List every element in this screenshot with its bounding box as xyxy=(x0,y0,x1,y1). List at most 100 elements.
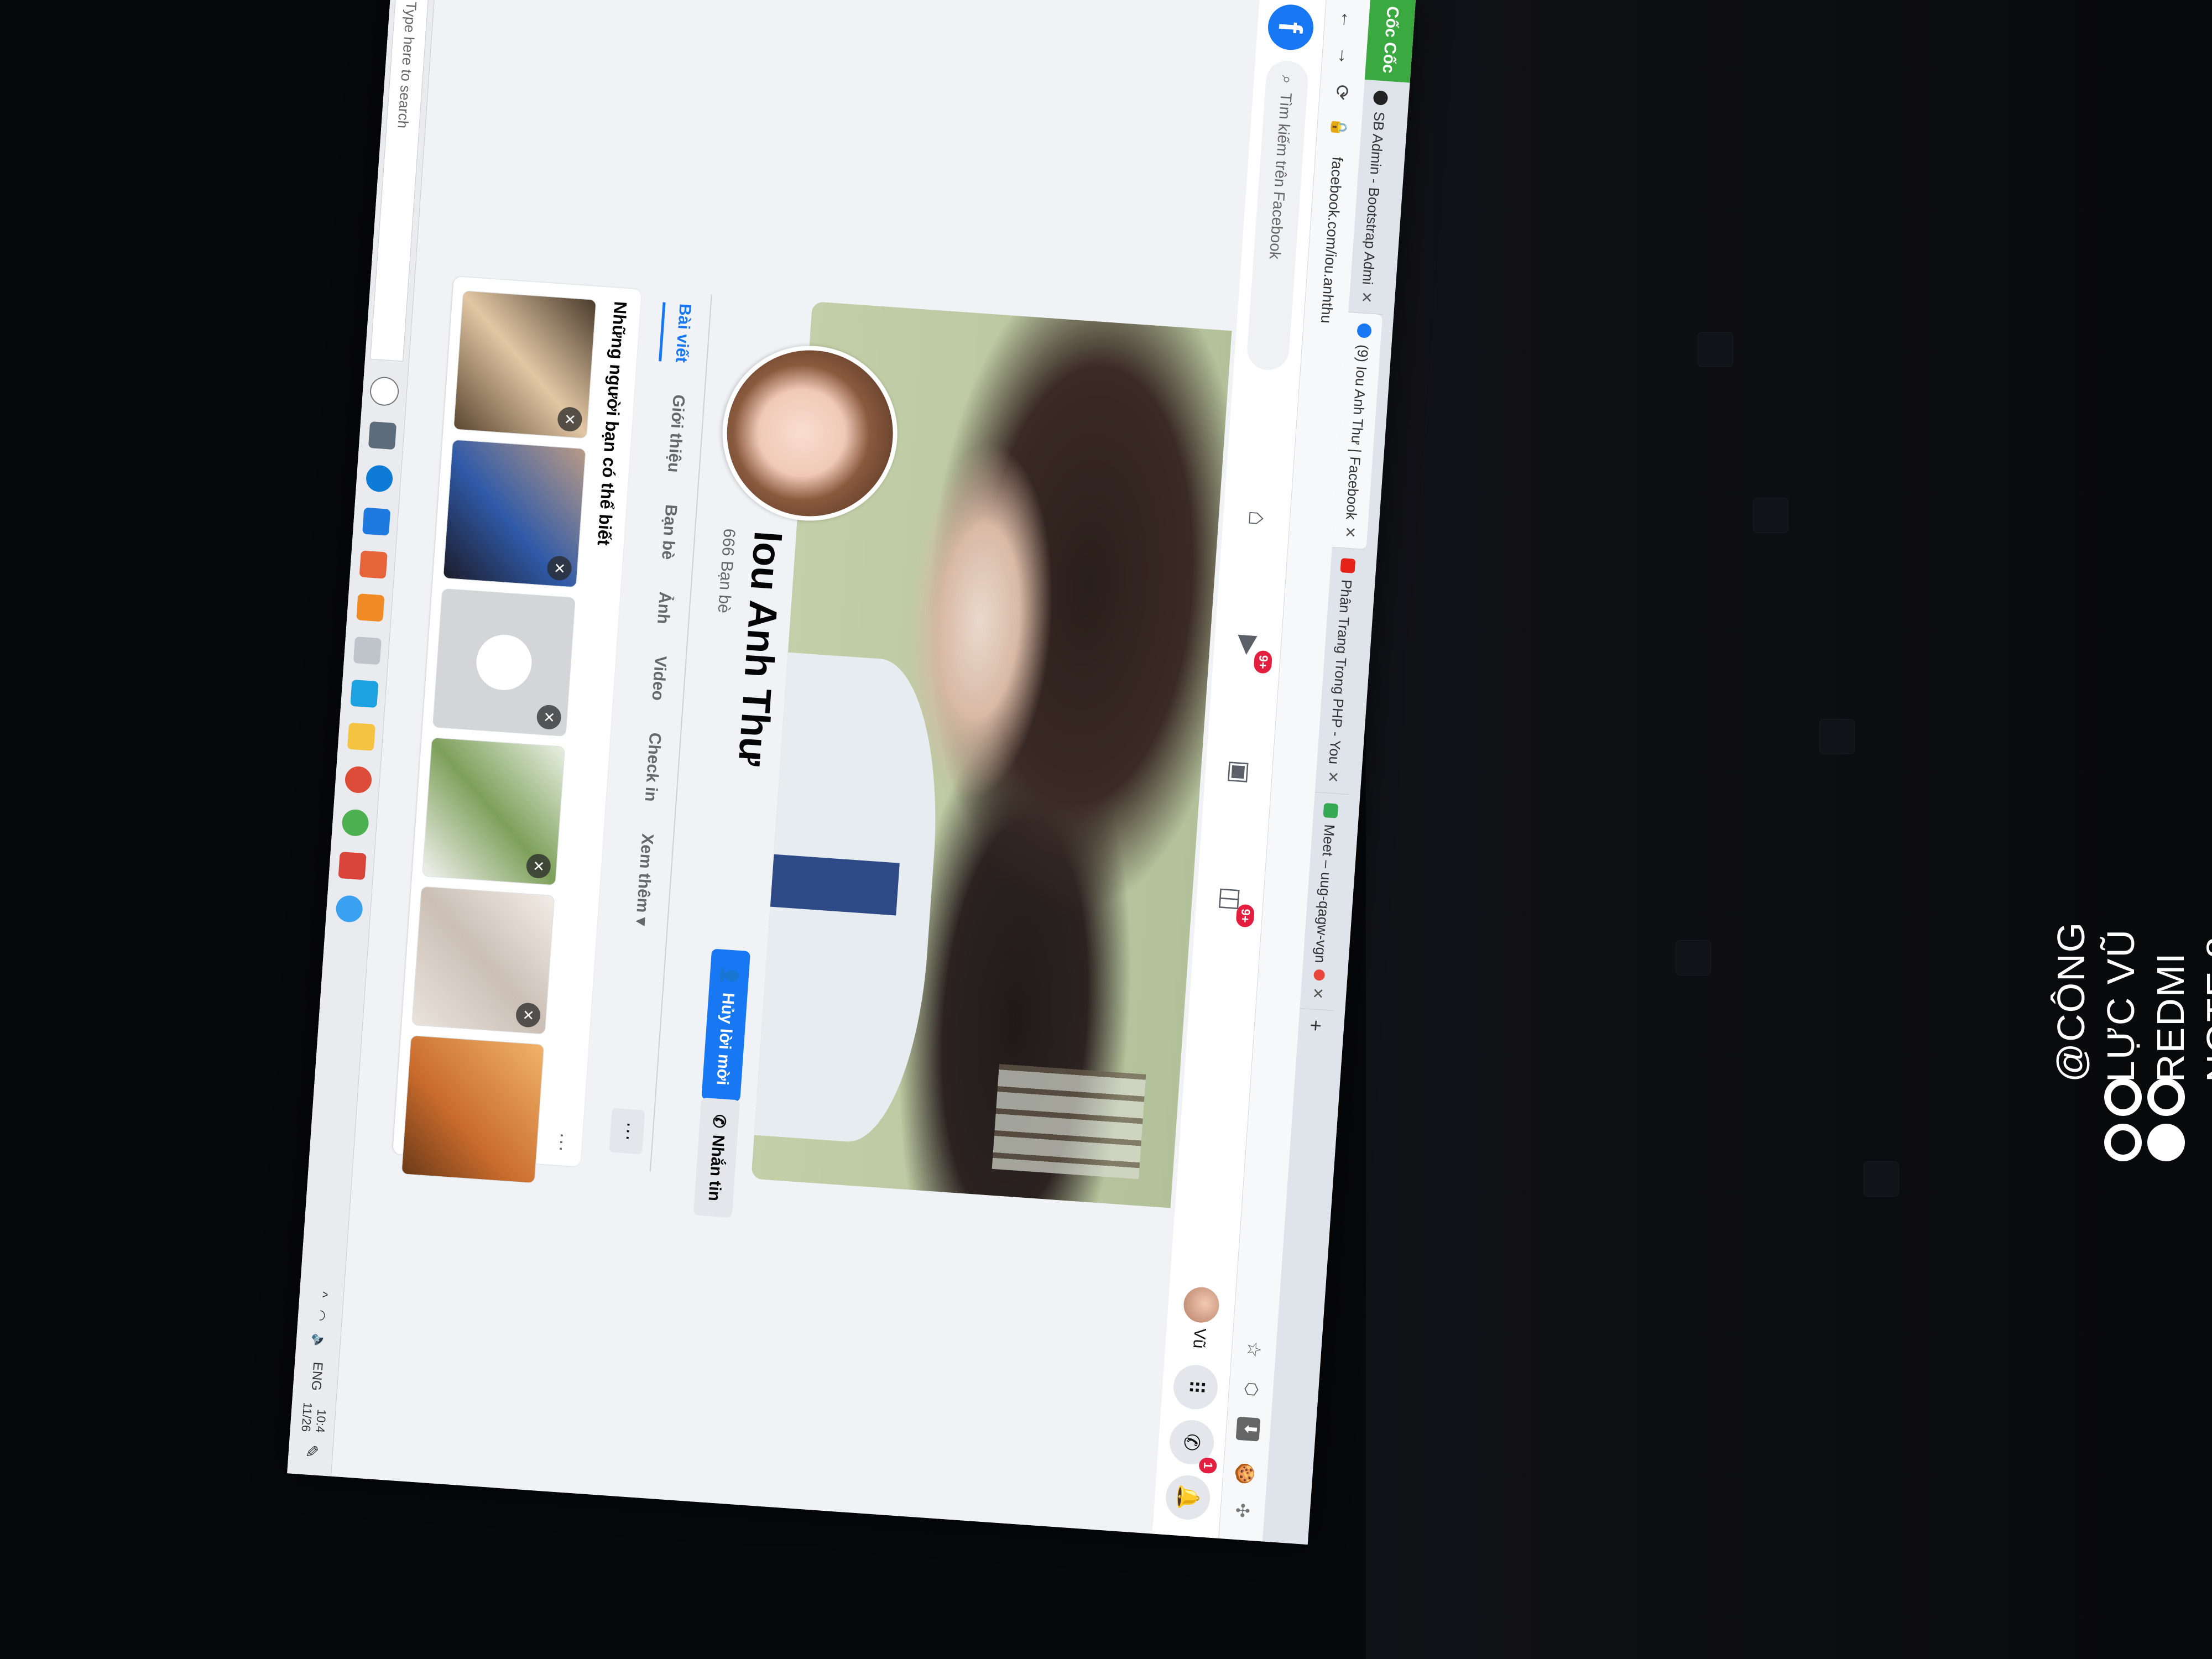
search-icon: ⌕ xyxy=(1279,75,1297,85)
laptop-screen: Cốc Cốc SB Admin - Bootstrap Admi ✕ (9) … xyxy=(287,0,1416,1545)
notifications-bell-icon[interactable]: 🔔 xyxy=(1164,1474,1212,1521)
tab-posts[interactable]: Bài viết xyxy=(659,302,705,364)
system-tray: ^ ◠ 🔈 ENG 10:4 11/26 ✎ xyxy=(296,1290,337,1459)
keyboard-key xyxy=(1698,332,1733,367)
cover-tie-detail xyxy=(770,854,900,916)
meet-favicon-icon xyxy=(1323,802,1339,818)
watch-badge: 9+ xyxy=(1253,650,1273,674)
facebook-logo-icon[interactable]: f xyxy=(1266,3,1315,52)
facebook-favicon-icon xyxy=(1357,323,1372,339)
watermark-text: @CÔNG LỰC VŨ REDMI NOTE 8 xyxy=(2046,884,2212,1082)
url-field[interactable]: facebook.com/iou.anhthu xyxy=(1317,156,1346,324)
star-bookmark-icon[interactable]: ☆ xyxy=(1243,1340,1266,1359)
suggestion-card[interactable]: ✕ xyxy=(453,290,597,439)
tab-label: (9) Iou Anh Thư | Facebook xyxy=(1343,344,1372,520)
app-icon[interactable] xyxy=(359,550,388,579)
groups-badge: 9+ xyxy=(1235,904,1255,928)
app-icon[interactable] xyxy=(350,679,379,708)
message-button[interactable]: ✆ Nhắn tin xyxy=(693,1097,740,1218)
file-explorer-icon[interactable] xyxy=(347,722,376,751)
tab-about[interactable]: Giới thiệu xyxy=(651,393,698,474)
vscode-icon[interactable] xyxy=(362,507,391,536)
close-icon[interactable]: ✕ xyxy=(546,555,573,581)
new-tab-button[interactable]: + xyxy=(1297,1009,1334,1042)
keyboard-key xyxy=(1753,498,1788,533)
coccoc-icon[interactable] xyxy=(341,808,370,837)
watermark-line-1: REDMI NOTE 8 xyxy=(2149,936,2212,1082)
caret-down-icon: ▾ xyxy=(632,916,651,926)
close-icon[interactable]: ✕ xyxy=(1341,525,1359,539)
back-arrow-icon[interactable]: ← xyxy=(1335,8,1359,32)
close-icon[interactable]: ✕ xyxy=(1358,291,1375,304)
youtube-favicon-icon xyxy=(1340,558,1356,574)
tag-icon[interactable]: ⬡ xyxy=(1241,1381,1261,1397)
tab-label: Meet – uug-qagw-vgn xyxy=(1312,823,1339,964)
default-avatar xyxy=(474,633,534,692)
suggestion-card[interactable]: ✕ xyxy=(442,439,586,588)
tab-photos[interactable]: Ảnh xyxy=(640,590,684,625)
laptop-keyboard-area xyxy=(1366,0,2212,1659)
volume-icon[interactable]: 🔈 xyxy=(310,1333,327,1350)
secure-lock-icon: 🔒 xyxy=(1330,117,1349,138)
cookie-extension-icon[interactable]: 🍪 xyxy=(1234,1462,1256,1485)
tab-see-more[interactable]: Xem thêm ▾ xyxy=(619,832,667,927)
app-icon[interactable] xyxy=(338,852,367,880)
suggestion-card[interactable] xyxy=(401,1035,545,1184)
app-icon[interactable] xyxy=(353,637,382,665)
watermark-logo-icon xyxy=(2104,1078,2187,1161)
messenger-icon: ✆ xyxy=(709,1113,729,1129)
tab-label: SB Admin - Bootstrap Admi xyxy=(1359,111,1389,285)
avatar xyxy=(1182,1286,1220,1324)
facebook-search-input[interactable]: ⌕ Tìm kiếm trên Facebook xyxy=(1245,59,1310,372)
home-icon[interactable]: ⌂ xyxy=(1238,498,1279,539)
close-icon[interactable]: ✕ xyxy=(1324,770,1342,784)
download-icon[interactable]: ⬇ xyxy=(1236,1416,1261,1442)
chevron-up-icon[interactable]: ^ xyxy=(315,1291,331,1298)
search-placeholder: Tìm kiếm trên Facebook xyxy=(1266,92,1295,260)
close-icon[interactable]: ✕ xyxy=(556,406,583,432)
groups-icon[interactable]: ◫ 9+ xyxy=(1211,878,1255,928)
keyboard-key xyxy=(1676,940,1711,975)
wifi-icon[interactable]: ◠ xyxy=(312,1309,329,1322)
menu-grid-icon[interactable]: ⠿ xyxy=(1172,1363,1219,1411)
suggestion-card[interactable]: ✕ xyxy=(432,588,576,737)
close-icon[interactable]: ✕ xyxy=(525,853,552,879)
close-icon[interactable]: ✕ xyxy=(515,1002,541,1028)
cancel-request-label: Hủy lời mời xyxy=(713,992,738,1086)
messenger-badge: 1 xyxy=(1198,1457,1218,1474)
plus-icon: + xyxy=(1304,1019,1328,1032)
profile-shortcut[interactable]: Vũ xyxy=(1181,1286,1220,1350)
edge-icon[interactable] xyxy=(365,464,394,493)
message-label: Nhắn tin xyxy=(705,1134,728,1202)
language-indicator[interactable]: ENG xyxy=(308,1361,326,1391)
app-icon[interactable] xyxy=(335,894,364,924)
forward-arrow-icon[interactable]: → xyxy=(1333,44,1356,68)
section-title: Những người bạn có thể biết xyxy=(593,300,631,546)
date: 11/26 xyxy=(299,1402,315,1433)
watch-icon[interactable]: ▶ 9+ xyxy=(1229,624,1273,674)
tab-checkins[interactable]: Check in xyxy=(628,731,675,803)
close-icon[interactable]: ✕ xyxy=(1309,987,1327,1000)
task-view-icon[interactable] xyxy=(368,421,397,450)
tab-friends[interactable]: Bạn bè xyxy=(645,503,690,561)
cortana-icon[interactable] xyxy=(369,375,400,407)
suggestion-card[interactable]: ✕ xyxy=(411,886,555,1035)
messenger-icon[interactable]: ✆ 1 xyxy=(1168,1418,1218,1474)
tab-videos[interactable]: Video xyxy=(635,654,679,702)
section-menu-button[interactable]: ··· xyxy=(550,1131,575,1153)
xampp-icon[interactable] xyxy=(356,593,385,622)
suggestion-card[interactable]: ✕ xyxy=(422,737,566,886)
extensions-puzzle-icon[interactable]: ✣ xyxy=(1232,1503,1254,1519)
clock[interactable]: 10:4 11/26 xyxy=(299,1402,330,1433)
keyboard-key xyxy=(1819,719,1855,754)
taskbar-search-placeholder: Type here to search xyxy=(394,1,420,129)
marketplace-icon[interactable]: ▣ xyxy=(1219,752,1261,793)
profile-more-button[interactable]: ··· xyxy=(609,1108,645,1155)
notification-center-icon[interactable]: ✎ xyxy=(301,1444,322,1459)
reload-icon[interactable]: ⟳ xyxy=(1330,81,1354,105)
see-more-label: Xem thêm xyxy=(633,833,657,914)
chrome-icon[interactable] xyxy=(344,765,373,794)
keyboard-key xyxy=(1864,1161,1899,1197)
close-icon[interactable]: ✕ xyxy=(536,704,562,731)
browser-logo[interactable]: Cốc Cốc xyxy=(1364,0,1416,83)
